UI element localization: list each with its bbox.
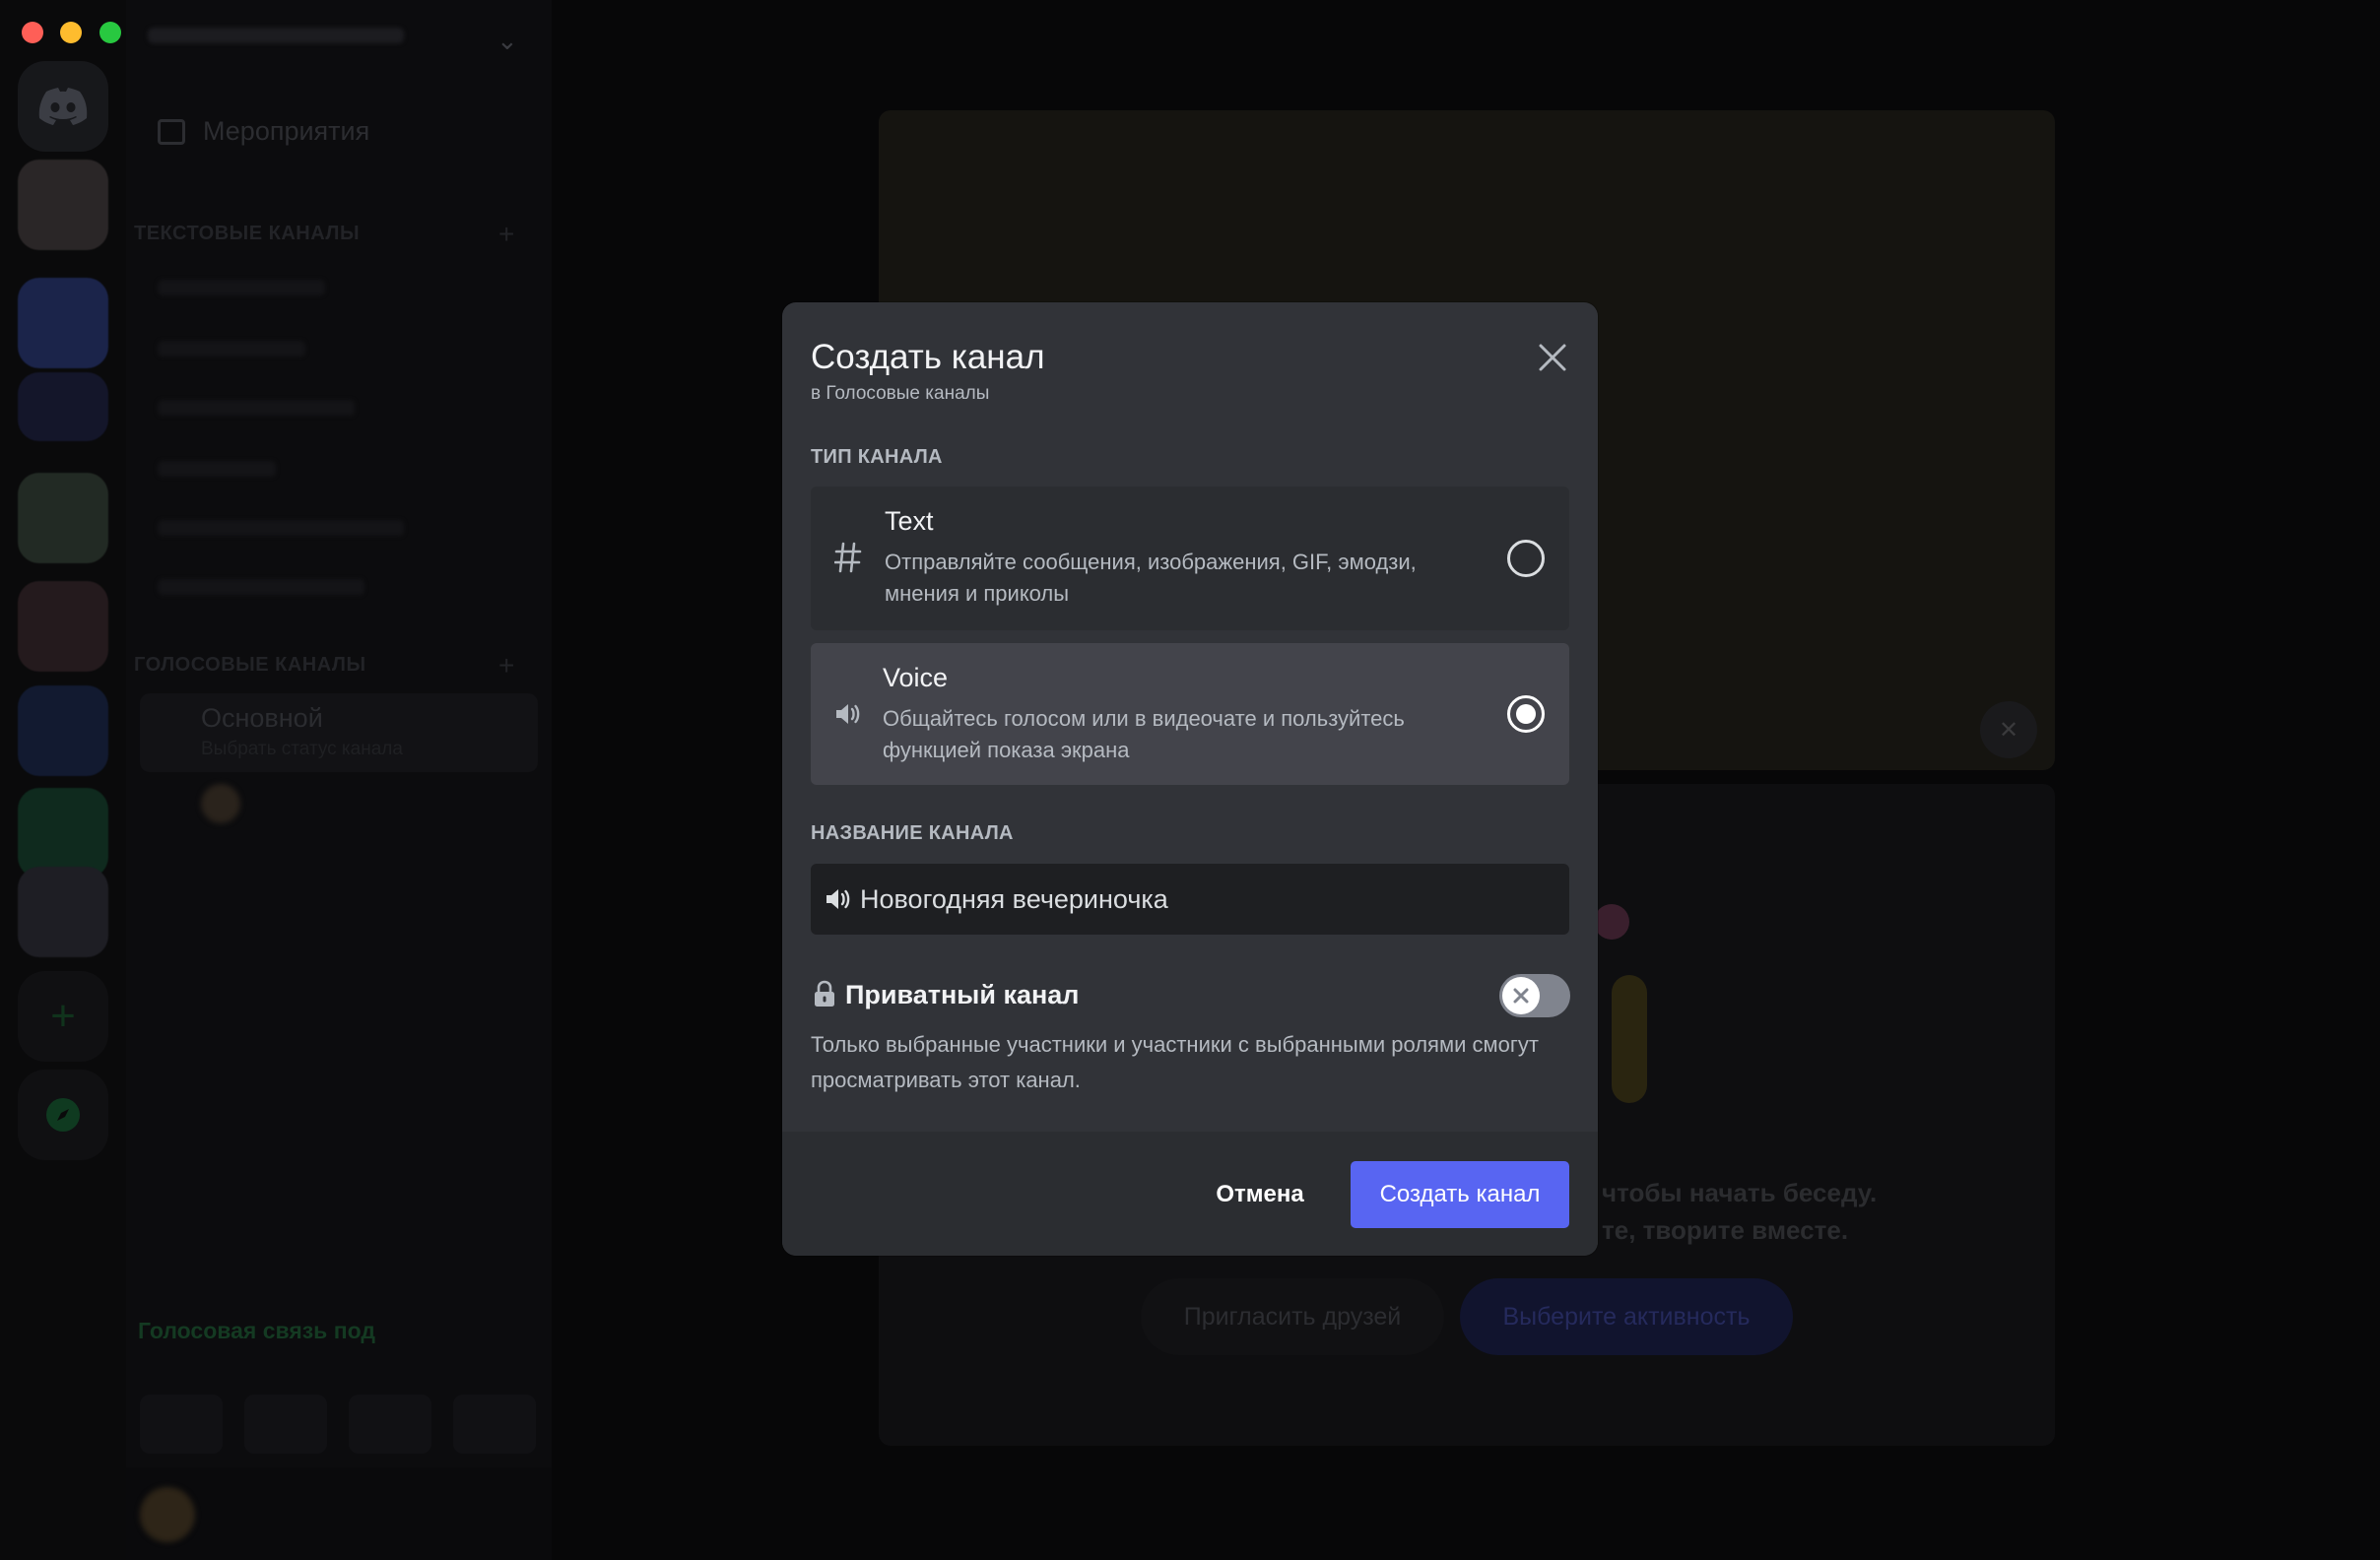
- private-channel-label: Приватный канал: [845, 980, 1080, 1009]
- channel-name-value[interactable]: Новогодняя вечериночка: [860, 884, 1168, 915]
- add-channel-icon[interactable]: +: [498, 650, 514, 682]
- server-icon[interactable]: [18, 581, 108, 672]
- server-icon[interactable]: [18, 473, 108, 563]
- server-icon[interactable]: [18, 867, 108, 957]
- close-icon: [1539, 344, 1566, 371]
- channel-item[interactable]: [158, 400, 355, 416]
- option-description: Общайтесь голосом или в видеочате и поль…: [883, 706, 1405, 762]
- private-channel-row: Приватный канал: [811, 972, 1570, 1017]
- create-channel-button[interactable]: Создать канал: [1351, 1161, 1569, 1228]
- private-channel-toggle[interactable]: [1499, 974, 1570, 1017]
- channel-item[interactable]: [158, 579, 364, 595]
- speaker-icon: [826, 889, 850, 909]
- channel-item[interactable]: [158, 520, 404, 536]
- invite-friends-button[interactable]: Пригласить друзей: [1141, 1278, 1444, 1355]
- close-icon: [1513, 988, 1529, 1004]
- avatar[interactable]: [201, 784, 240, 823]
- empty-prompt-line1: чтобы начать беседу.: [1602, 1178, 1878, 1207]
- channel-item[interactable]: [158, 280, 325, 295]
- invite-friends-label: Пригласить друзей: [1183, 1302, 1402, 1331]
- radio-text[interactable]: [1507, 540, 1545, 577]
- private-channel-description: Только выбранные участники и участники с…: [811, 1032, 1539, 1092]
- channel-type-option-text[interactable]: Text Отправляйте сообщения, изображения,…: [811, 487, 1569, 630]
- discord-home-icon[interactable]: [18, 61, 108, 152]
- close-button[interactable]: [1533, 338, 1572, 377]
- chevron-down-icon[interactable]: ⌄: [496, 26, 518, 56]
- option-title: Text: [885, 506, 934, 536]
- add-channel-icon[interactable]: +: [498, 219, 514, 250]
- lock-icon: [815, 980, 834, 1007]
- add-server-icon[interactable]: +: [18, 971, 108, 1062]
- create-channel-modal: Создать канал в Голосовые каналы ТИП КАН…: [782, 302, 1598, 1256]
- voice-channel-item[interactable]: [140, 693, 538, 772]
- window-minimize-button[interactable]: [60, 22, 82, 43]
- channel-type-option-voice[interactable]: Voice Общайтесь голосом или в видеочате …: [811, 643, 1569, 785]
- option-description: Отправляйте сообщения, изображения, GIF,…: [885, 550, 1417, 606]
- option-title: Voice: [883, 663, 949, 692]
- radio-voice[interactable]: [1507, 695, 1545, 733]
- events-link[interactable]: Мероприятия: [158, 116, 369, 147]
- activity-button[interactable]: [349, 1395, 431, 1454]
- screen-share-button[interactable]: [244, 1395, 327, 1454]
- server-icon[interactable]: [18, 160, 108, 250]
- channel-item[interactable]: [158, 461, 276, 477]
- toggle-knob: [1502, 977, 1540, 1014]
- voice-channel-status[interactable]: Выбрать статус канала: [201, 739, 403, 760]
- server-icon[interactable]: [18, 685, 108, 776]
- server-icon[interactable]: [18, 278, 108, 368]
- events-label: Мероприятия: [203, 116, 370, 146]
- calendar-icon: [158, 118, 185, 145]
- window-zoom-button[interactable]: [99, 22, 121, 43]
- voice-channels-category[interactable]: ГОЛОСОВЫЕ КАНАЛЫ: [134, 654, 366, 677]
- mic-muted-icon: ✕: [1980, 701, 2037, 758]
- modal-title: Создать канал: [811, 338, 1045, 376]
- decor-shape: [1594, 904, 1629, 940]
- modal-subtitle: в Голосовые каналы: [811, 383, 990, 404]
- channel-type-label: ТИП КАНАЛА: [811, 446, 943, 468]
- voice-connected-status[interactable]: Голосовая связь под: [138, 1318, 375, 1344]
- channel-name-label: НАЗВАНИЕ КАНАЛА: [811, 822, 1014, 844]
- modal-footer: Отмена Создать канал: [782, 1132, 1598, 1256]
- text-channels-category[interactable]: ТЕКСТОВЫЕ КАНАЛЫ: [134, 223, 360, 245]
- channel-name-field[interactable]: Новогодняя вечериночка: [811, 864, 1569, 935]
- window-close-button[interactable]: [22, 22, 43, 43]
- server-icon[interactable]: [18, 372, 108, 441]
- explore-icon[interactable]: [18, 1070, 108, 1160]
- cancel-button[interactable]: Отмена: [1186, 1161, 1334, 1228]
- decor-shape: [1612, 975, 1647, 1103]
- avatar[interactable]: [140, 1487, 195, 1542]
- empty-prompt-line2: те, творите вместе.: [1602, 1215, 1849, 1245]
- choose-activity-label: Выберите активность: [1502, 1302, 1751, 1331]
- hash-icon: [832, 538, 864, 577]
- server-name: [148, 28, 404, 43]
- server-icon[interactable]: [18, 788, 108, 878]
- soundboard-button[interactable]: [453, 1395, 536, 1454]
- voice-channel-name: Основной: [201, 703, 323, 733]
- choose-activity-button[interactable]: Выберите активность: [1460, 1278, 1793, 1355]
- camera-off-button[interactable]: [140, 1395, 223, 1454]
- channel-item[interactable]: [158, 341, 305, 357]
- speaker-icon: [832, 694, 864, 734]
